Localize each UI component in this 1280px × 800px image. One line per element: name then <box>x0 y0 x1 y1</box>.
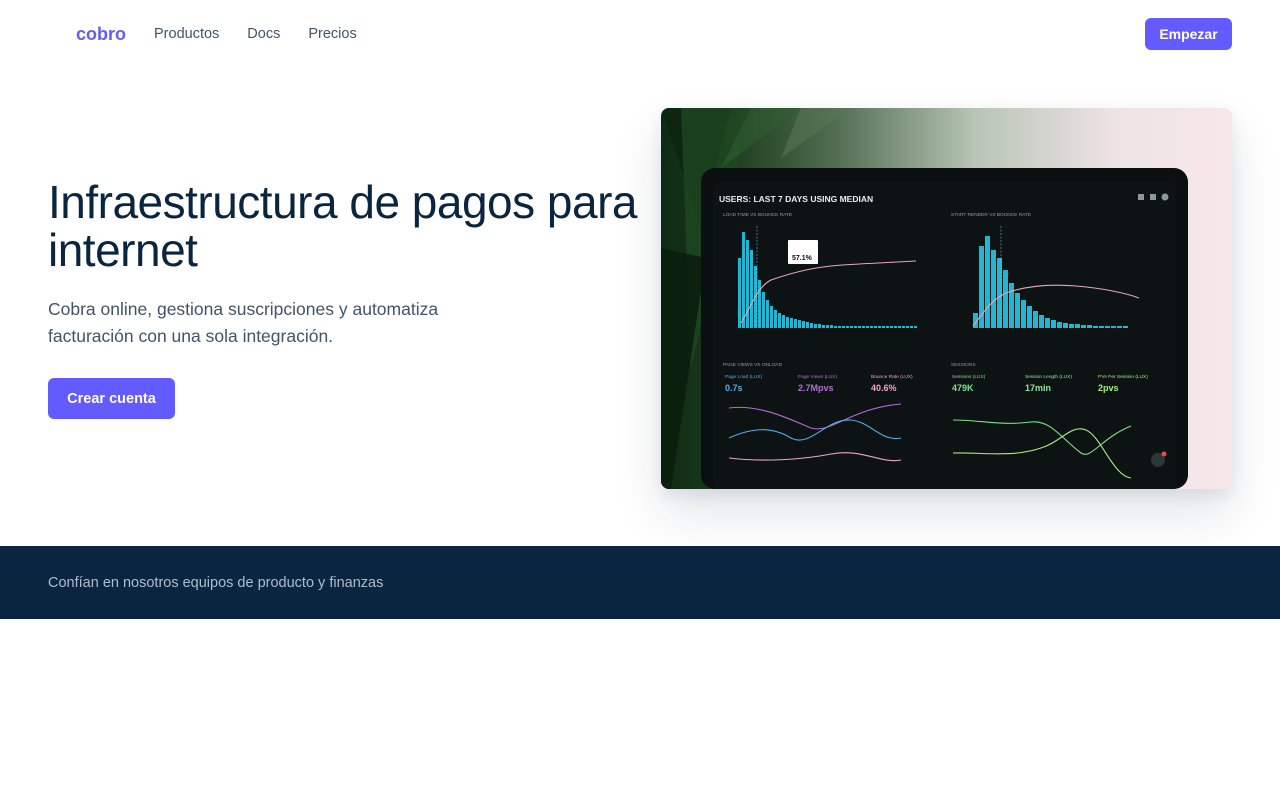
logo[interactable]: cobro <box>76 24 126 45</box>
chart-tooltip: 57.1% <box>792 255 813 262</box>
metric-label: Page Load (LUX) <box>725 374 762 380</box>
hero-subtitle: Cobra online, gestiona suscripciones y a… <box>48 299 439 346</box>
metric-value: 0.7s <box>725 383 743 393</box>
panel4-title: SESSIONS <box>951 362 976 368</box>
metric-value: 40.6% <box>871 383 897 393</box>
dashboard-header: USERS: LAST 7 DAYS USING MEDIAN <box>719 194 873 204</box>
metric-label: Session Length (LUX) <box>1025 374 1072 380</box>
nav-links: Productos Docs Precios <box>154 26 357 42</box>
panel2-title: START RENDER VS BOUNCE RATE <box>951 212 1031 218</box>
dashboard-illustration: USERS: LAST 7 DAYS USING MEDIAN LOAD TIM… <box>661 108 1188 489</box>
metric-label: Page Views (LUX) <box>798 374 838 380</box>
metric-value: 17min <box>1025 383 1051 393</box>
metric-value: 2pvs <box>1098 383 1119 393</box>
metric-value: 2.7Mpvs <box>798 383 834 393</box>
trust-band: Confían en nosotros equipos de producto … <box>0 546 1280 619</box>
top-nav: cobro Productos Docs Precios Empezar <box>0 0 1280 70</box>
metric-label: Sessions (LUX) <box>952 374 986 380</box>
panel3-title: PAGE VIEWS VS ONLOAD <box>723 362 783 368</box>
start-button[interactable]: Empezar <box>1145 18 1232 50</box>
metric-label: Bounce Rate (LUX) <box>871 374 913 380</box>
create-account-button[interactable]: Crear cuenta <box>48 378 175 419</box>
metric-label: PVs Per Session (LUX) <box>1098 374 1148 380</box>
nav-item-docs[interactable]: Docs <box>247 26 280 42</box>
hero-title: Infraestructura de pagos para internet <box>48 176 637 276</box>
hero-image: USERS: LAST 7 DAYS USING MEDIAN LOAD TIM… <box>661 108 1232 489</box>
trust-text: Confían en nosotros equipos de producto … <box>48 575 384 591</box>
metric-value: 479K <box>952 383 974 393</box>
nav-item-productos[interactable]: Productos <box>154 26 219 42</box>
nav-item-precios[interactable]: Precios <box>308 26 356 42</box>
panel1-title: LOAD TIME VS BOUNCE RATE <box>723 212 792 218</box>
